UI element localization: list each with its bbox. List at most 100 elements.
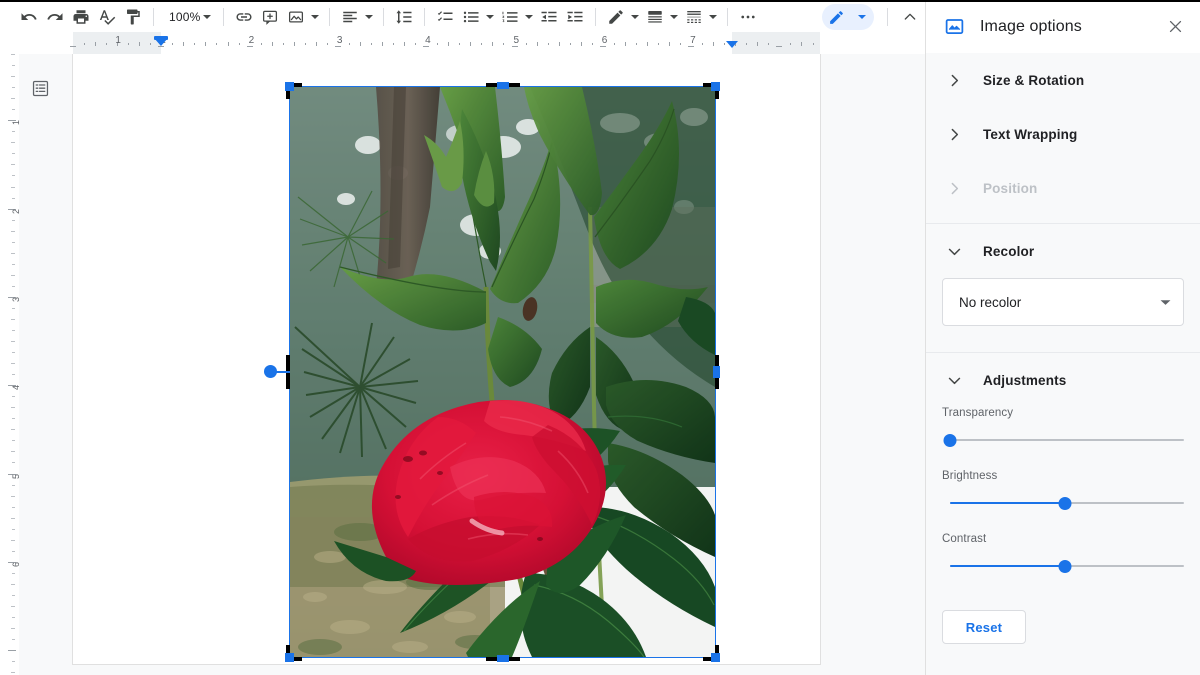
recolor-select[interactable]: No recolor <box>942 278 1184 326</box>
line-spacing-icon[interactable] <box>391 4 417 30</box>
ruler-tick <box>470 42 471 46</box>
pen-edit-icon[interactable] <box>603 4 629 30</box>
bulleted-list-icon[interactable] <box>458 4 484 30</box>
ruler-tick <box>11 164 15 165</box>
chevron-down-icon[interactable] <box>523 4 536 30</box>
ruler-tick <box>12 595 15 596</box>
add-comment-icon[interactable] <box>257 4 283 30</box>
image-options-sidebar: Image options Size & Rotation <box>925 0 1200 675</box>
ruler-tick <box>12 65 15 66</box>
brightness-slider[interactable] <box>942 495 1184 511</box>
sidebar-section-adjustments[interactable]: Adjustments <box>926 353 1200 407</box>
resize-handle-top-left[interactable] <box>285 82 294 91</box>
redo-icon[interactable] <box>42 4 68 30</box>
ruler-tick <box>305 43 306 45</box>
ruler-tick <box>448 42 449 46</box>
ruler-tick <box>503 43 504 45</box>
ruler-tick <box>746 43 747 45</box>
paint-format-icon[interactable] <box>120 4 146 30</box>
ruler-number: 5 <box>11 474 19 479</box>
rotation-handle-knob[interactable] <box>264 365 277 378</box>
ruler-tick <box>11 496 15 497</box>
sidebar-section-size-rotation[interactable]: Size & Rotation <box>926 53 1200 107</box>
window-top-strip <box>0 0 1200 2</box>
align-icon[interactable] <box>337 4 363 30</box>
zoom-control[interactable]: 100% <box>161 5 216 29</box>
chevron-down-icon[interactable] <box>1160 297 1171 308</box>
print-icon[interactable] <box>68 4 94 30</box>
brightness-slider-knob[interactable] <box>1059 497 1072 510</box>
ruler-number: 2 <box>11 209 19 214</box>
undo-icon[interactable] <box>16 4 42 30</box>
chevron-down-icon[interactable] <box>629 4 642 30</box>
sidebar-section-recolor[interactable]: Recolor <box>926 224 1200 278</box>
ruler-tick <box>12 507 15 508</box>
chevron-down-icon[interactable] <box>707 4 720 30</box>
transparency-slider-knob[interactable] <box>944 434 957 447</box>
ruler-tick <box>12 153 15 154</box>
ruler-tick <box>360 42 361 46</box>
zoom-value: 100% <box>169 10 201 24</box>
editing-mode-icon[interactable] <box>822 4 850 30</box>
resize-handle-bottom-left[interactable] <box>285 653 294 662</box>
insert-image-icon[interactable] <box>283 4 309 30</box>
ruler-tick <box>12 131 15 132</box>
ruler-tick <box>12 286 15 287</box>
photo-render <box>290 87 715 657</box>
decrease-indent-icon[interactable] <box>536 4 562 30</box>
ruler-tick <box>636 43 637 45</box>
ruler-tick <box>12 220 15 221</box>
reset-button[interactable]: Reset <box>942 610 1026 644</box>
sidebar-body: Size & Rotation Text Wrapping Position <box>926 53 1200 652</box>
selected-image-container[interactable] <box>290 87 715 657</box>
document-page[interactable] <box>73 54 820 664</box>
right-indent-marker[interactable] <box>726 41 738 48</box>
ruler-tick <box>581 42 582 46</box>
spelling-check-icon[interactable] <box>94 4 120 30</box>
increase-indent-icon[interactable] <box>562 4 588 30</box>
resize-handle-bottom-right[interactable] <box>711 653 720 662</box>
toolbar-divider <box>329 8 330 26</box>
transparency-slider[interactable] <box>942 432 1184 448</box>
ruler-tick <box>139 42 140 46</box>
contrast-slider-knob[interactable] <box>1059 560 1072 573</box>
close-icon[interactable] <box>1162 14 1188 40</box>
resize-handle-bottom-center[interactable] <box>497 655 509 662</box>
ruler-tick <box>11 451 15 452</box>
chevron-down-icon[interactable] <box>309 4 322 30</box>
resize-handle-top-right[interactable] <box>711 82 720 91</box>
sidebar-section-text-wrapping[interactable]: Text Wrapping <box>926 107 1200 161</box>
ruler-tick <box>570 43 571 45</box>
resize-handle-top-center[interactable] <box>497 82 509 89</box>
ruler-tick <box>11 584 15 585</box>
document-outline-icon[interactable] <box>26 74 54 102</box>
page-style-icon[interactable] <box>642 4 668 30</box>
chevron-down-icon[interactable] <box>668 4 681 30</box>
horizontal-ruler[interactable]: 11234567 <box>0 32 925 54</box>
vertical-ruler[interactable]: 123456 <box>0 54 19 675</box>
chevron-down-icon[interactable] <box>201 4 214 30</box>
ruler-tick <box>11 142 15 143</box>
checklist-icon[interactable] <box>432 4 458 30</box>
ruler-tick <box>106 43 107 45</box>
ruler-number: 6 <box>11 562 19 567</box>
ruler-tick <box>437 43 438 45</box>
chevron-down-icon[interactable] <box>484 4 497 30</box>
more-options-icon[interactable] <box>735 4 761 30</box>
insert-link-icon[interactable] <box>231 4 257 30</box>
editing-mode-chevron-down-icon[interactable] <box>850 4 874 30</box>
hibiscus-photo[interactable] <box>290 87 715 657</box>
contrast-slider[interactable] <box>942 558 1184 574</box>
numbered-list-icon[interactable] <box>497 4 523 30</box>
document-canvas[interactable] <box>19 54 925 675</box>
rotation-handle-group[interactable] <box>264 365 290 379</box>
ruler-tick <box>647 42 648 46</box>
page-break-icon[interactable] <box>681 4 707 30</box>
resize-handle-right-center[interactable] <box>713 366 720 378</box>
chevron-down-icon[interactable] <box>363 4 376 30</box>
hide-menus-chevron-up-icon[interactable] <box>895 4 925 30</box>
ruler-number: 3 <box>337 35 343 46</box>
ruler-tick <box>316 42 317 46</box>
toolbar-divider <box>727 8 728 26</box>
first-line-indent-marker[interactable] <box>154 36 168 40</box>
